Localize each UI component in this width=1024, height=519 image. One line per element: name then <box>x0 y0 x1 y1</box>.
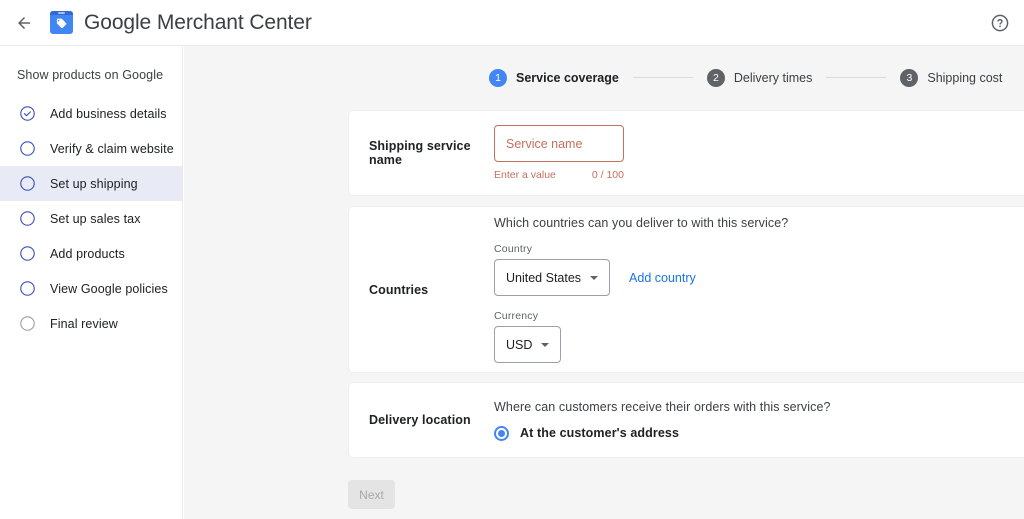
card-label: Shipping service name <box>369 139 471 167</box>
price-tag-icon <box>56 18 67 29</box>
main-content: 1 Service coverage 2 Delivery times 3 Sh… <box>184 46 1024 519</box>
step-connector <box>826 77 887 78</box>
country-select-value: United States <box>506 270 582 285</box>
service-name-input[interactable]: Service name <box>494 125 624 162</box>
card-label: Delivery location <box>369 413 471 427</box>
radio-at-customers-address[interactable] <box>494 425 509 441</box>
card-label: Countries <box>369 282 429 297</box>
step-connector <box>632 77 693 78</box>
delivery-option-row[interactable]: At the customer's address <box>494 425 1024 441</box>
step-label: Shipping cost <box>927 70 1003 85</box>
sidebar-item-add-business-details[interactable]: Add business details <box>0 96 182 131</box>
card-body: Where can customers receive their orders… <box>494 400 1024 441</box>
country-select-row: United States Add country <box>494 259 1024 296</box>
delivery-location-card: Delivery location Where can customers re… <box>348 382 1024 458</box>
merchant-center-tag-logo <box>50 11 73 34</box>
app-header: Google Merchant Center <box>0 0 1024 46</box>
sidebar: Show products on Google Add business det… <box>0 46 183 519</box>
currency-field-label: Currency <box>494 310 539 322</box>
sidebar-item-set-up-sales-tax[interactable]: Set up sales tax <box>0 201 182 236</box>
countries-question: Which countries can you deliver to with … <box>494 216 789 230</box>
chevron-down-icon <box>541 342 550 347</box>
radio-dot <box>498 429 505 437</box>
circle-icon <box>19 280 36 297</box>
service-name-char-counter: 0 / 100 <box>591 169 624 181</box>
next-button[interactable]: Next <box>348 480 395 509</box>
sidebar-item-final-review[interactable]: Final review <box>0 306 182 341</box>
sidebar-item-label: Verify & claim website <box>50 141 174 156</box>
currency-select[interactable]: USD <box>494 326 562 363</box>
sidebar-item-label: Final review <box>50 316 118 331</box>
brand-rest: Merchant Center <box>151 10 312 34</box>
countries-card: Countries Which countries can you delive… <box>348 206 1024 373</box>
help-button[interactable] <box>988 11 1012 35</box>
currency-select-value: USD <box>506 337 533 352</box>
brand-title: Google Merchant Center <box>84 11 312 35</box>
chevron-down-icon <box>590 275 599 280</box>
step-number-badge: 3 <box>900 68 919 87</box>
country-select[interactable]: United States <box>494 259 611 296</box>
service-name-field-meta: Enter a value 0 / 100 <box>494 169 624 181</box>
add-country-link[interactable]: Add country <box>629 271 696 285</box>
brand-google: Google <box>84 10 152 34</box>
help-circle-icon <box>991 14 1009 32</box>
sidebar-item-label: View Google policies <box>50 281 168 296</box>
card-body: Which countries can you deliver to with … <box>494 216 1024 363</box>
sidebar-item-verify-claim-website[interactable]: Verify & claim website <box>0 131 182 166</box>
sidebar-title: Show products on Google <box>17 68 164 82</box>
arrow-left-icon <box>18 16 30 29</box>
country-field-label: Country <box>494 243 533 255</box>
card-body: Service name Enter a value 0 / 100 <box>494 125 1024 181</box>
sidebar-item-add-products[interactable]: Add products <box>0 236 182 271</box>
step-delivery-times[interactable]: 2 Delivery times <box>706 68 813 87</box>
delivery-option-label: At the customer's address <box>520 426 679 440</box>
step-service-coverage[interactable]: 1 Service coverage <box>489 68 619 87</box>
sidebar-item-view-google-policies[interactable]: View Google policies <box>0 271 182 306</box>
shipping-service-name-card: Shipping service name Service name Enter… <box>348 110 1024 196</box>
step-shipping-cost[interactable]: 3 Shipping cost <box>900 68 1003 87</box>
sidebar-item-label: Set up shipping <box>50 176 138 191</box>
sidebar-item-set-up-shipping[interactable]: Set up shipping <box>0 166 182 201</box>
sidebar-item-label: Add products <box>50 246 125 261</box>
circle-icon <box>19 210 36 227</box>
service-name-error-text: Enter a value <box>494 169 556 181</box>
circle-icon <box>19 315 36 332</box>
step-label: Service coverage <box>516 70 619 85</box>
step-number-badge: 1 <box>489 68 507 87</box>
circle-icon <box>19 140 36 157</box>
sidebar-item-label: Set up sales tax <box>50 211 141 226</box>
sidebar-item-label: Add business details <box>50 106 167 121</box>
step-number-badge: 2 <box>706 68 725 87</box>
delivery-question: Where can customers receive their orders… <box>494 399 831 414</box>
circle-icon <box>19 245 36 262</box>
check-circle-icon <box>19 105 36 122</box>
circle-icon <box>19 175 36 192</box>
merchant-center-page: Google Merchant Center Show products on … <box>0 0 1024 519</box>
progress-stepper: 1 Service coverage 2 Delivery times 3 Sh… <box>184 46 1024 109</box>
currency-select-row: USD <box>494 326 1024 363</box>
step-label: Delivery times <box>733 70 813 85</box>
back-button[interactable] <box>10 9 38 37</box>
service-name-placeholder: Service name <box>506 136 583 151</box>
